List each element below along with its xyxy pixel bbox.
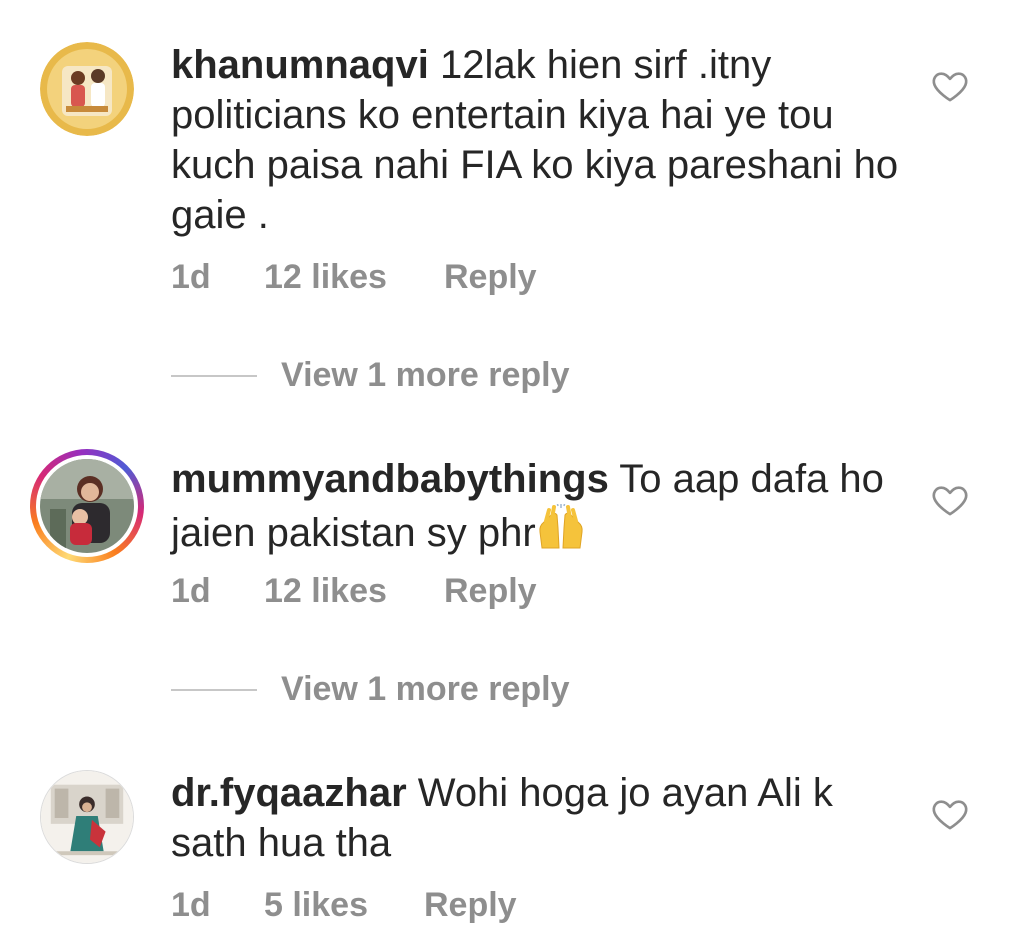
comment-username[interactable]: dr.fyqaazhar bbox=[171, 771, 407, 815]
reply-button[interactable]: Reply bbox=[424, 886, 517, 925]
view-more-label: View 1 more reply bbox=[281, 670, 570, 708]
comment-username[interactable]: khanumnaqvi bbox=[171, 43, 429, 87]
comment-text: mummyandbabythings To aap dafa ho jaien … bbox=[171, 454, 901, 562]
heart-icon[interactable] bbox=[930, 794, 970, 834]
heart-icon[interactable] bbox=[930, 66, 970, 106]
comment-meta: 1d 12 likes Reply bbox=[171, 258, 537, 297]
comment-likes[interactable]: 12 likes bbox=[264, 258, 444, 297]
comment-likes[interactable]: 12 likes bbox=[264, 572, 444, 611]
comment-username[interactable]: mummyandbabythings bbox=[171, 457, 609, 501]
comment-time: 1d bbox=[171, 886, 211, 924]
heart-icon[interactable] bbox=[930, 480, 970, 520]
avatar[interactable] bbox=[40, 770, 134, 864]
comment-text: khanumnaqvi 12lak hien sirf .itny politi… bbox=[171, 40, 901, 240]
raising-hands-icon bbox=[536, 501, 586, 562]
comment-meta: 1d 12 likes Reply bbox=[171, 572, 537, 611]
comment-text: dr.fyqaazhar Wohi hoga jo ayan Ali k sat… bbox=[171, 768, 901, 868]
story-ring[interactable] bbox=[30, 449, 144, 563]
reply-button[interactable]: Reply bbox=[444, 572, 537, 611]
comment-likes[interactable]: 5 likes bbox=[264, 886, 424, 925]
comment-time: 1d bbox=[171, 258, 211, 296]
reply-button[interactable]: Reply bbox=[444, 258, 537, 297]
avatar bbox=[40, 459, 134, 553]
view-more-label: View 1 more reply bbox=[281, 356, 570, 394]
view-more-replies-button[interactable]: View 1 more reply bbox=[171, 670, 570, 709]
divider bbox=[171, 688, 257, 691]
comment-time: 1d bbox=[171, 572, 211, 610]
view-more-replies-button[interactable]: View 1 more reply bbox=[171, 356, 570, 395]
comment-meta: 1d 5 likes Reply bbox=[171, 886, 517, 925]
comment-item: khanumnaqvi 12lak hien sirf .itny politi… bbox=[0, 0, 1024, 330]
divider bbox=[171, 374, 257, 377]
avatar[interactable] bbox=[40, 42, 134, 136]
